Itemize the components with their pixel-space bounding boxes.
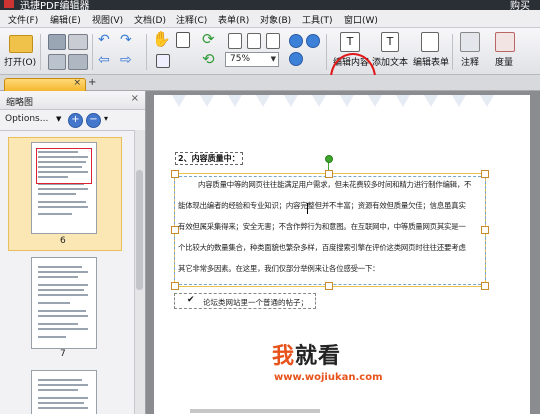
cut-off-text-line xyxy=(190,409,320,413)
checklist-item-text: 论坛类网站里一个普通的帖子； xyxy=(203,298,308,307)
zoom-value: 75% xyxy=(230,54,251,64)
annotate-button[interactable]: 注释 xyxy=(461,55,479,68)
paragraph-line: 内容质量中等的网页往往能满足用户需求，但未花费较多时间和精力进行制作编辑，不 xyxy=(198,180,472,189)
rotate-ccw-icon[interactable]: ⟲ xyxy=(202,50,215,68)
thumbnail-image xyxy=(31,370,97,414)
thumbnail-page-8[interactable] xyxy=(8,365,122,414)
fit-width-icon[interactable] xyxy=(247,33,261,49)
thumbnail-scrollbar[interactable] xyxy=(134,130,145,414)
document-tab-strip: × + xyxy=(0,75,540,91)
section-heading[interactable]: 2、内容质量中： xyxy=(175,152,243,165)
select-tool-icon[interactable] xyxy=(176,32,190,48)
thumbnail-image xyxy=(31,142,97,234)
scan-icon[interactable] xyxy=(48,54,66,70)
thumb-menu-chevron-icon[interactable]: ▾ xyxy=(104,114,108,123)
forward-icon[interactable]: ⇨ xyxy=(120,52,132,68)
annotate-icon xyxy=(460,32,480,52)
redo-icon[interactable]: ↷ xyxy=(120,32,132,48)
zoom-select[interactable]: 75% ▼ xyxy=(225,52,279,67)
watermark-url: www.wojiukan.com xyxy=(274,372,383,383)
close-tab-icon[interactable]: × xyxy=(73,78,81,88)
thumbnail-panel-header: 缩略图 × xyxy=(0,91,145,110)
menu-comment[interactable]: 注释(C) xyxy=(176,13,207,26)
print-icon[interactable] xyxy=(68,34,88,50)
add-text-icon: T xyxy=(381,32,399,52)
zoom-out-icon[interactable] xyxy=(306,34,320,48)
options-dropdown[interactable]: Options... xyxy=(5,114,48,124)
hand-tool-icon[interactable]: ✋ xyxy=(152,30,171,48)
options-chevron-icon[interactable]: ▼ xyxy=(56,115,61,123)
text-cursor xyxy=(307,203,308,214)
save-icon[interactable] xyxy=(48,34,66,50)
zoom-plus-icon[interactable] xyxy=(289,52,303,66)
menu-document[interactable]: 文档(D) xyxy=(134,13,166,26)
thumb-zoom-in-icon[interactable]: + xyxy=(68,113,83,128)
menu-object[interactable]: 对象(B) xyxy=(260,13,291,26)
thumbnail-panel: 缩略图 × Options... ▼ + − ▾ 6 7 xyxy=(0,91,146,414)
paragraph-line: 有效但属采集得来；安全无害；不含作弊行为和意图。在互联网中，中等质量网页其实是一 xyxy=(178,222,466,231)
new-tab-icon[interactable]: + xyxy=(88,77,96,88)
back-icon[interactable]: ⇦ xyxy=(98,52,110,68)
menu-file[interactable]: 文件(F) xyxy=(8,13,38,26)
rotate-cw-icon[interactable]: ⟳ xyxy=(202,30,215,48)
snapshot-icon[interactable] xyxy=(156,54,170,68)
thumbnail-page-6[interactable]: 6 xyxy=(8,137,122,251)
resize-handle-s[interactable] xyxy=(325,282,333,290)
menu-edit[interactable]: 编辑(E) xyxy=(50,13,81,26)
document-tab[interactable]: × xyxy=(4,78,86,91)
measure-button[interactable]: 度量 xyxy=(495,55,513,68)
chevron-down-icon: ▼ xyxy=(270,55,276,63)
thumbnail-page-7[interactable]: 7 xyxy=(8,252,122,364)
open-button[interactable]: 打开(O) xyxy=(4,33,37,69)
open-label: 打开(O) xyxy=(4,58,37,68)
resize-handle-se[interactable] xyxy=(481,282,489,290)
rotation-handle[interactable] xyxy=(325,155,333,163)
site-watermark: 我就看 www.wojiukan.com xyxy=(272,338,402,398)
measure-icon xyxy=(495,32,515,52)
resize-handle-e[interactable] xyxy=(481,226,489,234)
page-number: 6 xyxy=(60,236,66,246)
thumbnail-image xyxy=(31,257,97,349)
edit-form-icon xyxy=(421,32,439,52)
folder-icon xyxy=(9,35,33,53)
page-number: 7 xyxy=(60,349,66,359)
menu-bar: 文件(F) 编辑(E) 视图(V) 文档(D) 注释(C) 表单(R) 对象(B… xyxy=(0,10,540,28)
buy-button[interactable]: 购买 xyxy=(510,0,530,10)
close-panel-icon[interactable]: × xyxy=(131,93,139,104)
menu-window[interactable]: 窗口(W) xyxy=(344,13,378,26)
thumbnail-panel-title: 缩略图 xyxy=(6,98,34,108)
fit-page-icon[interactable] xyxy=(228,33,242,49)
paragraph-line: 其它非常多因素。在这里，我们仅部分举例来让各位感受一下： xyxy=(178,264,380,273)
edit-form-button[interactable]: 编辑表单 xyxy=(413,55,449,68)
title-bar: 迅捷PDF编辑器 购买 xyxy=(0,0,540,10)
checkmark-icon: ✔ xyxy=(187,295,195,305)
thumb-zoom-out-icon[interactable]: − xyxy=(86,113,101,128)
edit-content-icon: T xyxy=(340,32,360,52)
resize-handle-n[interactable] xyxy=(325,170,333,178)
watermark-logo: 我就看 xyxy=(272,344,342,369)
paragraph-line: 个比较大的数量集合，种类面貌也繁杂多样，百度搜索引擎在评价这类网页时往往还要考虑 xyxy=(178,243,466,252)
menu-form[interactable]: 表单(R) xyxy=(218,13,249,26)
thumbnail-toolbar: Options... ▼ + − ▾ xyxy=(0,110,145,131)
resize-handle-nw[interactable] xyxy=(171,170,179,178)
zoom-in-icon[interactable] xyxy=(289,34,303,48)
window-title: 迅捷PDF编辑器 xyxy=(20,1,90,10)
email-icon[interactable] xyxy=(68,54,88,70)
menu-tools[interactable]: 工具(T) xyxy=(302,13,333,26)
resize-handle-sw[interactable] xyxy=(171,282,179,290)
add-text-button[interactable]: 添加文本 xyxy=(372,55,408,68)
app-logo-icon xyxy=(4,0,14,8)
resize-handle-ne[interactable] xyxy=(481,170,489,178)
undo-icon[interactable]: ↶ xyxy=(98,32,110,48)
actual-size-icon[interactable] xyxy=(266,33,280,49)
menu-view[interactable]: 视图(V) xyxy=(92,13,123,26)
paragraph-line: 能体现出编者的经验和专业知识；内容完整但并不丰富；资源有效但质量欠佳；信息虽真实 xyxy=(178,201,466,210)
